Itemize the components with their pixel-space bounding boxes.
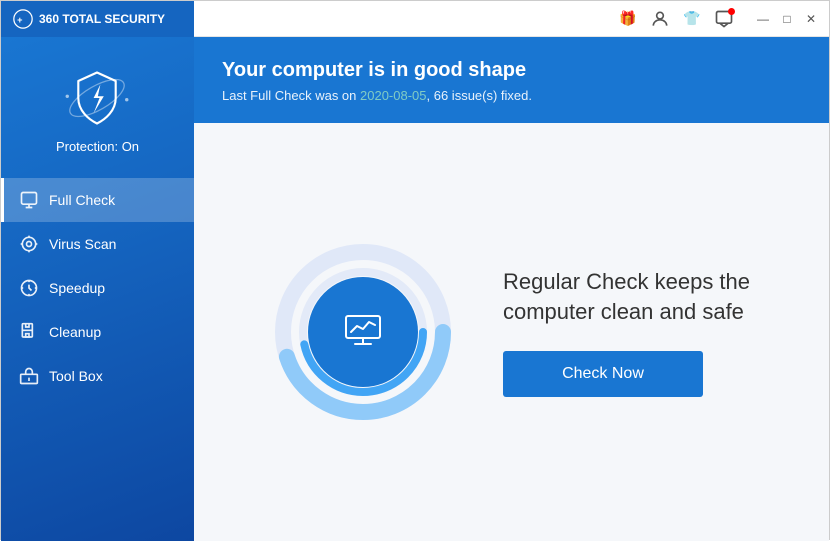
title-bar: + 360 TOTAL SECURITY 🎁 👕 — □ ✕	[1, 1, 829, 37]
close-button[interactable]: ✕	[801, 9, 821, 29]
cleanup-icon	[19, 322, 39, 342]
sidebar-item-toolbox[interactable]: Tool Box	[1, 354, 194, 398]
gift-icon[interactable]: 🎁	[617, 8, 639, 30]
minimize-button[interactable]: —	[753, 9, 773, 29]
shield-icon-wrap	[62, 63, 132, 133]
user-icon[interactable]	[649, 8, 671, 30]
app-title: 360 TOTAL SECURITY	[39, 12, 165, 26]
window-controls: — □ ✕	[753, 9, 821, 29]
right-panel: Regular Check keeps thecomputer clean an…	[503, 267, 750, 396]
full-check-icon	[19, 190, 39, 210]
maximize-button[interactable]: □	[777, 9, 797, 29]
toolbox-icon	[19, 366, 39, 386]
svg-text:+: +	[17, 15, 22, 25]
donut-chart	[273, 242, 453, 422]
logo-icon: +	[13, 9, 33, 29]
speedup-icon	[19, 278, 39, 298]
shield-icon	[63, 64, 131, 132]
title-bar-actions: 🎁 👕 — □ ✕	[617, 8, 821, 30]
full-check-label: Full Check	[49, 192, 115, 208]
donut-center	[308, 277, 418, 387]
main-content: Your computer is in good shape Last Full…	[194, 37, 829, 541]
sidebar-header: Protection: On	[56, 47, 139, 174]
content-header: Your computer is in good shape Last Full…	[194, 37, 829, 123]
subtitle-prefix: Last Full Check was on	[222, 88, 360, 103]
header-subtitle: Last Full Check was on 2020-08-05, 66 is…	[222, 88, 801, 103]
subtitle-suffix: , 66 issue(s) fixed.	[427, 88, 533, 103]
sidebar: Protection: On Full Check	[1, 37, 194, 541]
speedup-label: Speedup	[49, 280, 105, 296]
virus-scan-label: Virus Scan	[49, 236, 116, 252]
shirt-icon[interactable]: 👕	[681, 8, 703, 30]
tagline: Regular Check keeps thecomputer clean an…	[503, 267, 750, 326]
sidebar-item-virus-scan[interactable]: Virus Scan	[1, 222, 194, 266]
notification-icon[interactable]	[713, 8, 735, 30]
sidebar-item-cleanup[interactable]: Cleanup	[1, 310, 194, 354]
check-now-button[interactable]: Check Now	[503, 351, 703, 397]
virus-scan-icon	[19, 234, 39, 254]
app-body: Protection: On Full Check	[1, 37, 829, 541]
sidebar-item-speedup[interactable]: Speedup	[1, 266, 194, 310]
protection-label: Protection: On	[56, 139, 139, 154]
app-logo-area: + 360 TOTAL SECURITY	[1, 1, 194, 37]
sidebar-item-full-check[interactable]: Full Check	[1, 178, 194, 222]
toolbox-label: Tool Box	[49, 368, 103, 384]
sidebar-nav: Full Check Virus Scan	[1, 178, 194, 398]
cleanup-label: Cleanup	[49, 324, 101, 340]
content-main: Regular Check keeps thecomputer clean an…	[194, 123, 829, 541]
last-check-date: 2020-08-05	[360, 88, 427, 103]
header-title: Your computer is in good shape	[222, 59, 801, 82]
